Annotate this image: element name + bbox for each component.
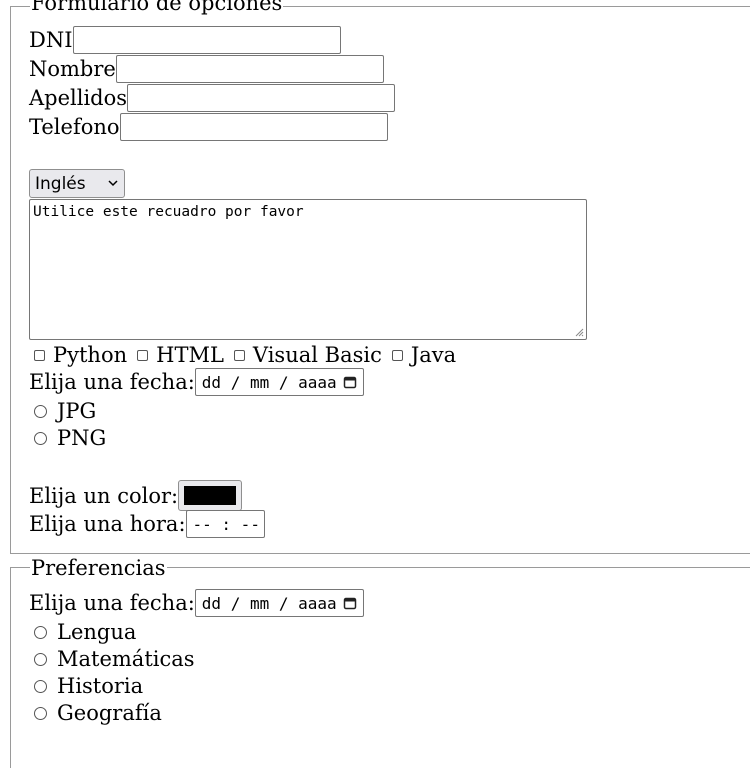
checkbox-java[interactable] [391, 349, 403, 361]
checkbox-visual-basic-label: Visual Basic [252, 343, 382, 367]
telefono-row: Telefono [29, 113, 388, 141]
color-row: Elija un color: [29, 480, 243, 511]
radio-historia-label: Historia [57, 674, 144, 698]
prefs-date-label: Elija una fecha: [29, 591, 195, 615]
nombre-input[interactable] [115, 55, 384, 83]
date-row: Elija una fecha: dd / mm / aaaa [29, 368, 364, 396]
telefono-label: Telefono [29, 115, 120, 139]
checkbox-html-label: HTML [156, 343, 224, 367]
time-row: Elija una hora: -- : -- [29, 510, 265, 538]
date-placeholder: dd / mm / aaaa [201, 372, 337, 392]
language-select[interactable]: Inglés [29, 169, 125, 198]
time-label: Elija una hora: [29, 512, 186, 536]
checkbox-html[interactable] [137, 349, 149, 361]
checkbox-python-label: Python [53, 343, 128, 367]
comments-textarea[interactable]: Utilice este recuadro por favor [29, 199, 587, 340]
radio-geografia[interactable] [34, 706, 47, 720]
dni-input[interactable] [72, 26, 341, 54]
calendar-icon[interactable] [343, 596, 357, 610]
resize-grip-icon[interactable] [574, 327, 584, 337]
apellidos-row: Apellidos [29, 84, 396, 112]
time-input[interactable]: -- : -- [185, 510, 265, 538]
calendar-icon[interactable] [343, 375, 357, 389]
time-placeholder: -- : -- [192, 514, 260, 534]
radio-matematicas[interactable] [34, 652, 47, 666]
nombre-label: Nombre [29, 57, 116, 81]
radio-geografia-label: Geografía [57, 701, 162, 725]
language-select-value: Inglés [35, 173, 86, 194]
prefs-date-input[interactable]: dd / mm / aaaa [194, 589, 364, 617]
date-label: Elija una fecha: [29, 370, 195, 394]
radio-matematicas-label: Matemáticas [57, 647, 195, 671]
radio-matematicas-row: Matemáticas [29, 645, 195, 673]
checkbox-visual-basic[interactable] [233, 349, 245, 361]
radio-png-label: PNG [57, 426, 107, 450]
prefs-date-row: Elija una fecha: dd / mm / aaaa [29, 589, 364, 617]
radio-historia-row: Historia [29, 672, 143, 700]
radio-jpg-label: JPG [57, 399, 97, 423]
preferences-legend: Preferencias [30, 555, 167, 581]
color-label: Elija un color: [29, 483, 179, 508]
dni-label: DNI [29, 28, 73, 52]
textarea-text: Utilice este recuadro por favor [33, 204, 304, 220]
date-input[interactable]: dd / mm / aaaa [194, 368, 364, 396]
apellidos-label: Apellidos [29, 86, 128, 110]
checkbox-row: Python HTML Visual Basic Java [29, 341, 456, 369]
radio-jpg[interactable] [34, 404, 47, 418]
nombre-row: Nombre [29, 55, 384, 83]
radio-jpg-row: JPG [29, 397, 96, 425]
radio-lengua-row: Lengua [29, 618, 136, 646]
radio-png[interactable] [34, 431, 47, 445]
dni-row: DNI [29, 26, 341, 54]
apellidos-input[interactable] [127, 84, 396, 112]
radio-png-row: PNG [29, 424, 106, 452]
options-legend: Formulario de opciones [30, 0, 284, 16]
color-swatch [184, 486, 237, 505]
radio-historia[interactable] [34, 679, 47, 693]
telefono-input[interactable] [119, 113, 388, 141]
radio-lengua[interactable] [34, 625, 47, 639]
color-picker[interactable] [178, 480, 243, 511]
checkbox-python[interactable] [34, 349, 45, 361]
radio-geografia-row: Geografía [29, 699, 162, 727]
prefs-date-placeholder: dd / mm / aaaa [201, 593, 337, 613]
chevron-down-icon [108, 180, 118, 187]
radio-lengua-label: Lengua [57, 620, 137, 644]
checkbox-java-label: Java [410, 343, 457, 367]
